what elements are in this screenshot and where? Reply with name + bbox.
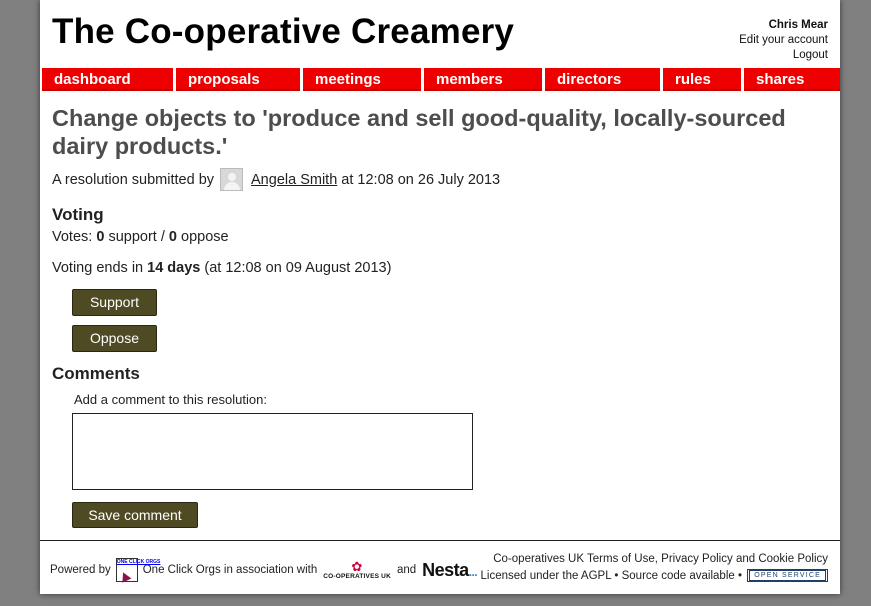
nav-tab-shares[interactable]: shares	[744, 68, 840, 91]
account-user-name: Chris Mear	[768, 19, 828, 31]
save-comment-button[interactable]: Save comment	[72, 502, 198, 528]
cooperatives-uk-logo[interactable]: ✿ CO-OPERATIVES UK	[323, 560, 391, 580]
nav-tab-meetings[interactable]: meetings	[303, 68, 421, 91]
footer-links: Co-operatives UK Terms of Use, Privacy P…	[480, 553, 828, 583]
logout-link[interactable]: Logout	[739, 48, 828, 63]
one-click-orgs-logo[interactable]: ONE CLICK ORGS	[115, 558, 160, 583]
association-text: in association with	[223, 564, 318, 576]
and-text: and	[396, 564, 417, 576]
support-count: 0	[96, 229, 105, 245]
nav-tab-members[interactable]: members	[424, 68, 542, 91]
author-link[interactable]: Angela Smith	[251, 172, 337, 188]
voting-ends: Voting ends in 14 days (at 12:08 on 09 A…	[52, 260, 391, 276]
comment-label: Add a comment to this resolution:	[74, 392, 267, 407]
support-word: support /	[108, 229, 165, 245]
powered-by-label: Powered by	[50, 564, 111, 576]
footer-divider	[40, 540, 840, 541]
oppose-word: oppose	[181, 229, 229, 245]
open-service-badge[interactable]: OPEN SERVICE	[747, 569, 828, 583]
agpl-link[interactable]: AGPL	[581, 570, 611, 582]
ends-days: 14 days	[147, 260, 201, 276]
account-panel: Chris Mear Edit your account Logout	[739, 18, 828, 63]
support-button[interactable]: Support	[72, 289, 157, 316]
coop-mark-icon: ✿	[351, 559, 363, 574]
edit-account-link[interactable]: Edit your account	[739, 33, 828, 48]
author-avatar	[220, 168, 244, 191]
votes-label: Votes:	[52, 229, 93, 245]
vote-counts: Votes: 0 support / 0 oppose	[52, 229, 229, 245]
site-title: The Co-operative Creamery	[52, 12, 515, 51]
cookie-link[interactable]: Cookie Policy	[758, 553, 828, 565]
powered-by: Powered by ONE CLICK ORGS One Click Orgs…	[50, 558, 478, 583]
terms-link[interactable]: Terms of Use	[587, 553, 655, 565]
coop-uk-link[interactable]: Co-operatives UK	[493, 553, 584, 565]
byline-suffix: at 12:08 on 26 July 2013	[341, 171, 501, 188]
nav-tab-proposals[interactable]: proposals	[176, 68, 300, 91]
ends-suffix: (at 12:08 on 09 August 2013)	[204, 260, 392, 276]
source-code-link[interactable]: Source code available	[622, 570, 735, 582]
comments-heading: Comments	[52, 364, 140, 383]
page: The Co-operative Creamery Chris Mear Edi…	[40, 0, 840, 594]
one-click-orgs-link[interactable]: One Click Orgs	[143, 564, 221, 576]
oppose-count: 0	[168, 229, 177, 245]
main-nav: dashboard proposals meetings members dir…	[42, 68, 840, 91]
nav-tab-rules[interactable]: rules	[663, 68, 741, 91]
ends-prefix: Voting ends in	[52, 260, 144, 276]
nav-tab-directors[interactable]: directors	[545, 68, 660, 91]
resolution-title: Change objects to 'produce and sell good…	[52, 105, 786, 159]
oppose-button[interactable]: Oppose	[72, 325, 157, 352]
nesta-logo[interactable]: Nesta...	[422, 560, 478, 581]
byline-prefix: A resolution submitted by	[52, 171, 215, 188]
comment-textarea[interactable]	[72, 413, 473, 490]
nav-tab-dashboard[interactable]: dashboard	[42, 68, 173, 91]
resolution-byline: A resolution submitted by Angela Smith a…	[52, 168, 500, 191]
privacy-link[interactable]: Privacy Policy	[661, 553, 733, 565]
voting-heading: Voting	[52, 205, 104, 224]
